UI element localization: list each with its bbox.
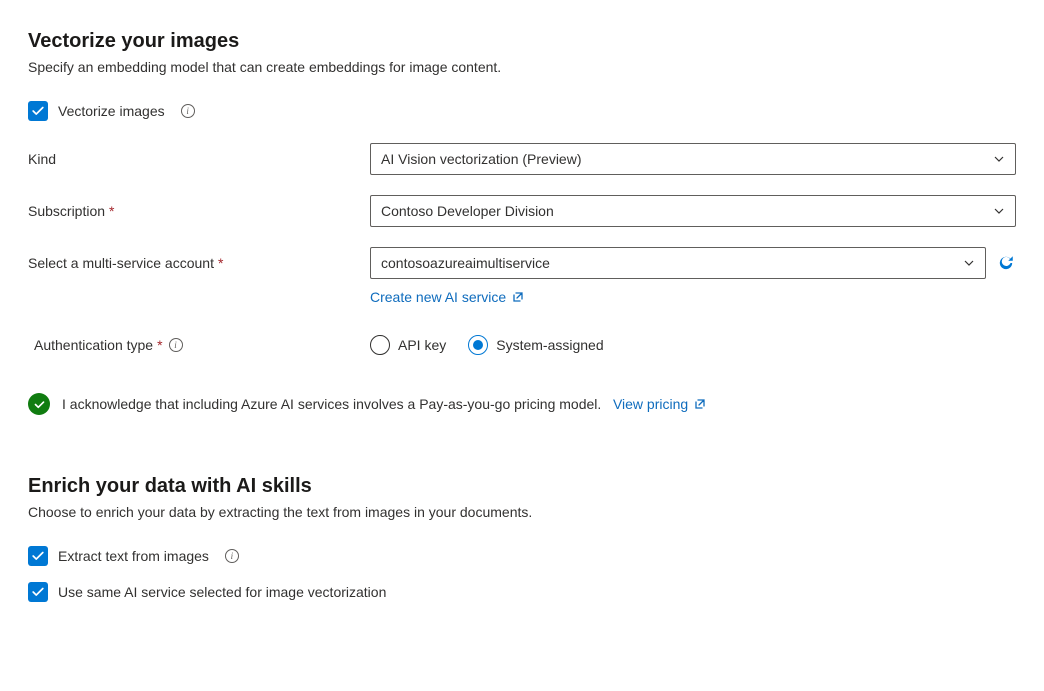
chevron-down-icon (963, 257, 975, 269)
auth-apikey-label: API key (398, 337, 446, 353)
refresh-icon (997, 254, 1015, 272)
checkmark-icon (31, 549, 45, 563)
subscription-select-value: Contoso Developer Division (381, 203, 554, 219)
ack-checkmark-icon (28, 393, 50, 415)
auth-radio-system-assigned[interactable]: System-assigned (468, 335, 603, 355)
acknowledgement-row: I acknowledge that including Azure AI se… (28, 393, 1016, 415)
section-vectorize-images: Vectorize your images Specify an embeddi… (28, 30, 1016, 415)
view-pricing-link[interactable]: View pricing (613, 396, 706, 412)
multiservice-select-value: contosoazureaimultiservice (381, 255, 550, 271)
chevron-down-icon (993, 153, 1005, 165)
info-icon[interactable]: i (169, 338, 183, 352)
auth-system-label: System-assigned (496, 337, 603, 353)
ack-text: I acknowledge that including Azure AI se… (62, 396, 601, 412)
section-subtitle: Specify an embedding model that can crea… (28, 59, 1016, 75)
section-subtitle: Choose to enrich your data by extracting… (28, 504, 1016, 520)
extract-text-checkbox[interactable] (28, 546, 48, 566)
radio-icon (370, 335, 390, 355)
auth-type-label: Authentication type* i (28, 329, 370, 353)
kind-label: Kind (28, 143, 370, 167)
external-link-icon (512, 291, 524, 303)
multiservice-select[interactable]: contosoazureaimultiservice (370, 247, 986, 279)
subscription-label: Subscription* (28, 195, 370, 219)
multiservice-label: Select a multi-service account* (28, 247, 370, 271)
section-title: Enrich your data with AI skills (28, 475, 1016, 498)
subscription-select[interactable]: Contoso Developer Division (370, 195, 1016, 227)
refresh-button[interactable] (996, 253, 1016, 273)
chevron-down-icon (993, 205, 1005, 217)
section-title: Vectorize your images (28, 30, 1016, 53)
kind-select-value: AI Vision vectorization (Preview) (381, 151, 581, 167)
reuse-ai-service-label: Use same AI service selected for image v… (58, 584, 386, 600)
kind-select[interactable]: AI Vision vectorization (Preview) (370, 143, 1016, 175)
auth-radio-apikey[interactable]: API key (370, 335, 446, 355)
checkmark-icon (31, 104, 45, 118)
checkmark-icon (31, 585, 45, 599)
create-ai-service-link[interactable]: Create new AI service (370, 289, 1016, 305)
reuse-ai-service-checkbox[interactable] (28, 582, 48, 602)
radio-selected-icon (468, 335, 488, 355)
info-icon[interactable]: i (225, 549, 239, 563)
extract-text-label: Extract text from images (58, 548, 209, 564)
section-enrich-data: Enrich your data with AI skills Choose t… (28, 475, 1016, 602)
info-icon[interactable]: i (181, 104, 195, 118)
vectorize-images-checkbox[interactable] (28, 101, 48, 121)
vectorize-images-label: Vectorize images (58, 103, 165, 119)
external-link-icon (694, 398, 706, 410)
